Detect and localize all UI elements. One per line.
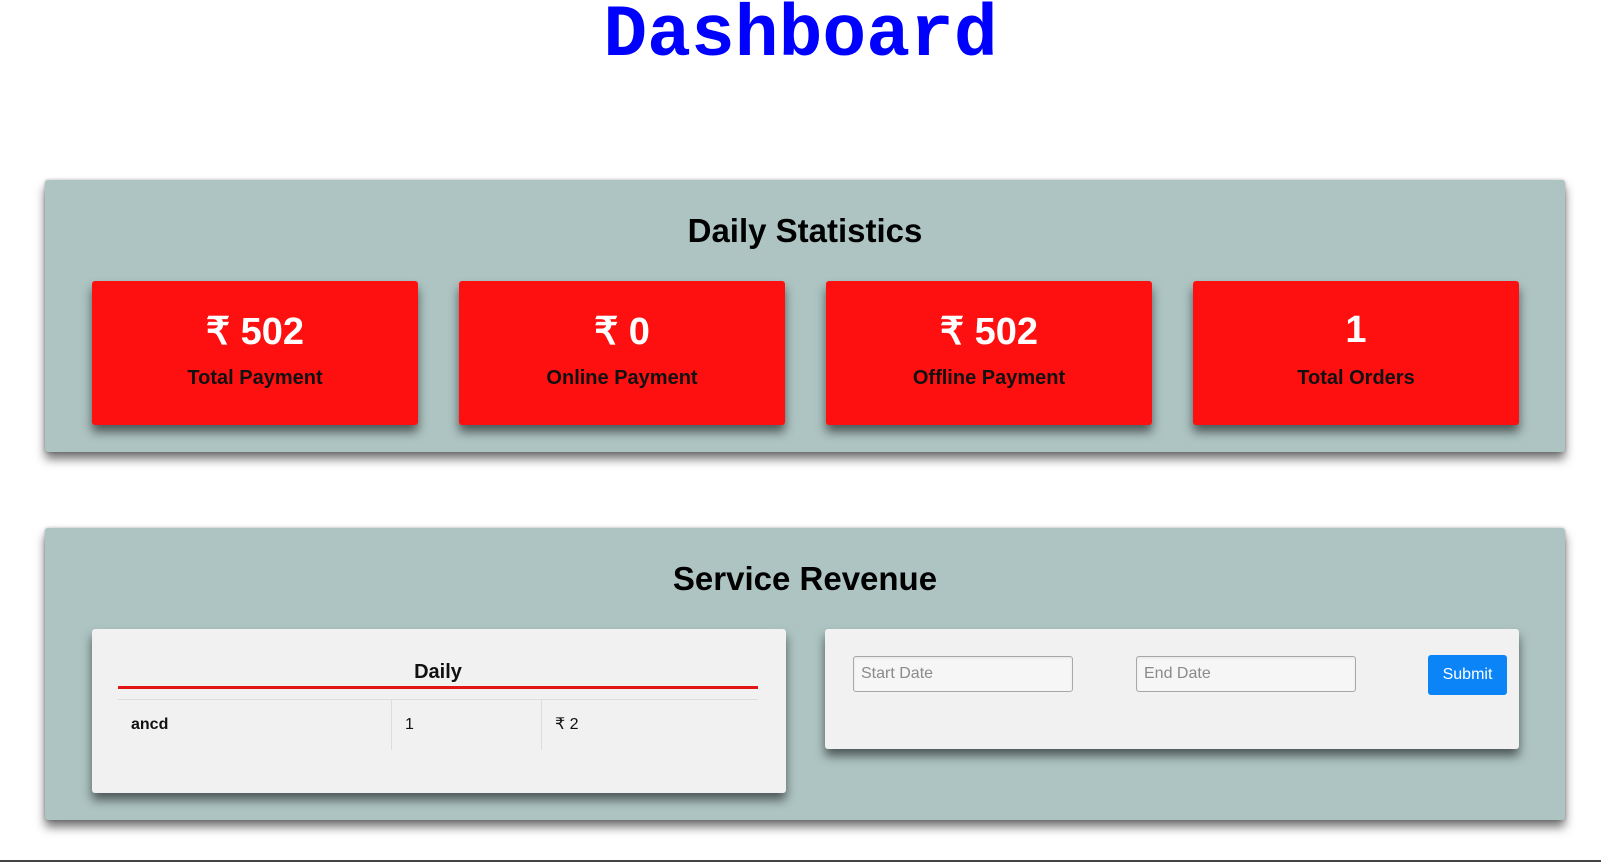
page-title: Dashboard [603,0,998,77]
offline-payment-value: ₹ 502 [939,311,1039,353]
online-payment-card: ₹ 0 Online Payment [459,281,785,425]
offline-payment-card: ₹ 502 Offline Payment [826,281,1152,425]
daily-statistics-section: Daily Statistics ₹ 502 Total Payment ₹ 0… [45,180,1565,452]
daily-statistics-title: Daily Statistics [687,212,923,249]
online-payment-value: ₹ 0 [594,311,650,353]
service-revenue-section: Service Revenue Daily ancd 1 ₹ 2 Submit [45,528,1565,820]
total-payment-label: Total Payment [187,367,323,389]
total-payment-card: ₹ 502 Total Payment [92,281,418,425]
service-count-cell: 1 [392,700,542,750]
daily-header: Daily [414,661,462,683]
service-amount-cell: ₹ 2 [555,716,579,733]
online-payment-label: Online Payment [546,367,698,389]
total-orders-card: 1 Total Orders [1193,281,1519,425]
total-payment-value: ₹ 502 [205,311,305,353]
total-orders-value: 1 [1345,309,1367,351]
offline-payment-label: Offline Payment [912,367,1066,389]
service-name-cell: ancd [118,700,392,750]
date-range-panel: Submit [825,629,1519,749]
service-revenue-title: Service Revenue [672,560,938,597]
submit-button[interactable]: Submit [1428,655,1507,695]
daily-header-underline [118,686,758,689]
table-row: ancd 1 ₹ 2 [118,700,758,750]
daily-revenue-panel: Daily ancd 1 ₹ 2 [92,629,786,793]
total-orders-label: Total Orders [1297,367,1415,389]
end-date-input[interactable] [1136,656,1356,692]
start-date-input[interactable] [853,656,1073,692]
